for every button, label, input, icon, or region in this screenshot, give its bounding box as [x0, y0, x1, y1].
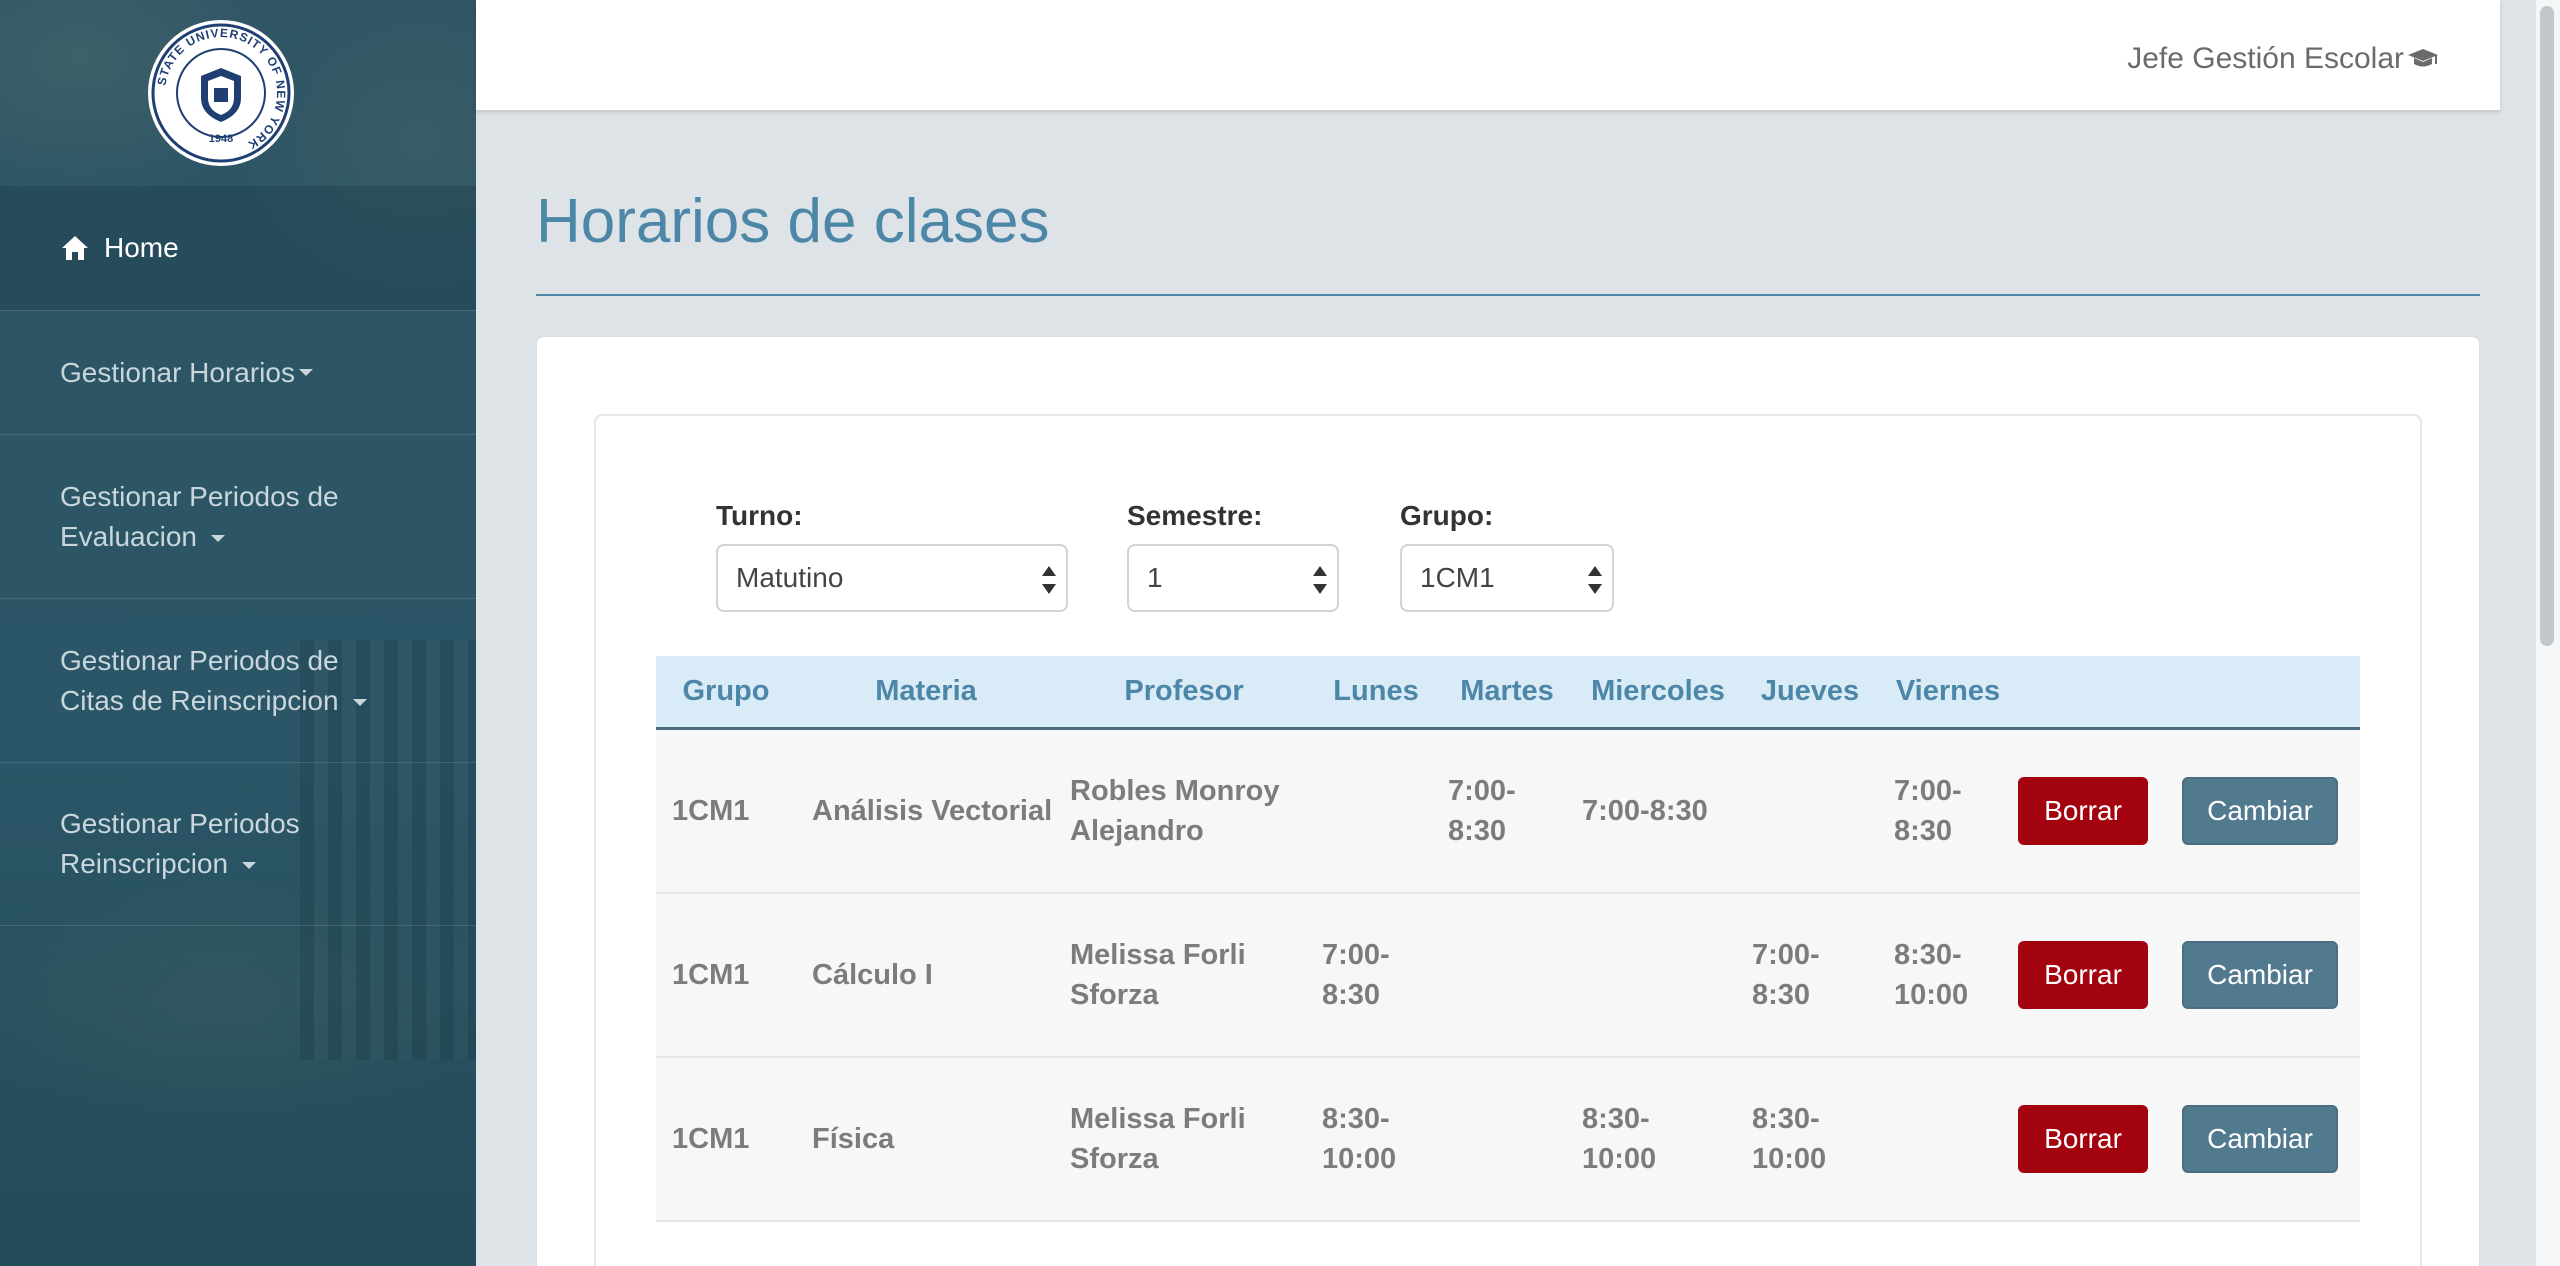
home-icon	[60, 233, 90, 263]
column-header-miercoles: Miercoles	[1591, 675, 1725, 707]
column-header-profesor: Profesor	[1124, 675, 1244, 707]
caret-down-icon	[298, 369, 313, 376]
cell-viernes: 7:00- 8:30	[1894, 775, 1962, 847]
cell-materia: Física	[812, 1123, 895, 1155]
column-header-viernes: Viernes	[1895, 675, 2001, 707]
sidebar-item-gestionar-horarios[interactable]: Gestionar Horarios	[0, 310, 476, 434]
semestre-filter: Semestre: 1	[1127, 500, 1339, 612]
cell-lunes: 8:30- 10:00	[1322, 1103, 1397, 1175]
sidebar-item-label: Gestionar Periodos de	[60, 480, 339, 512]
turno-label: Turno:	[716, 500, 803, 531]
column-header-materia: Materia	[875, 675, 977, 707]
semestre-select-value: 1	[1147, 562, 1163, 593]
svg-text:1948: 1948	[209, 133, 233, 145]
sidebar-item-home[interactable]: Home	[0, 186, 476, 310]
cell-miercoles: 7:00-8:30	[1582, 795, 1708, 827]
grupo-label: Grupo:	[1400, 500, 1494, 531]
sidebar-item-label-line2: Citas de Reinscripcion	[60, 684, 339, 716]
grupo-select[interactable]: 1CM1	[1400, 544, 1614, 612]
title-divider	[536, 294, 2480, 296]
change-button[interactable]: Cambiar	[2182, 941, 2338, 1009]
sidebar-item-periodos-evaluacion[interactable]: Gestionar Periodos de Evaluacion	[0, 434, 476, 598]
select-arrows-icon	[1313, 566, 1327, 594]
sidebar-item-label: Home	[104, 232, 179, 263]
grupo-select-value: 1CM1	[1420, 562, 1495, 593]
cell-profesor: Melissa Forli Sforza	[1070, 939, 1246, 1011]
cell-jueves: 7:00- 8:30	[1752, 939, 1820, 1011]
cell-materia: Cálculo I	[812, 959, 933, 991]
select-arrows-icon	[1042, 566, 1056, 594]
cell-actions: Borrar Cambiar	[2018, 1105, 2360, 1173]
sidebar: STATE UNIVERSITY OF NEW YORK 1948 Home G…	[0, 0, 476, 1266]
cell-jueves: 8:30- 10:00	[1752, 1103, 1827, 1175]
column-header-grupo: Grupo	[682, 675, 770, 707]
turno-select-value: Matutino	[736, 562, 844, 593]
user-role-label: Jefe Gestión Escolar	[2127, 42, 2404, 75]
user-menu[interactable]: Jefe Gestión Escolar	[2127, 42, 2440, 76]
sidebar-item-label: Gestionar Periodos de	[60, 644, 339, 676]
cell-actions: Borrar Cambiar	[2018, 777, 2360, 845]
cell-profesor: Robles Monroy Alejandro	[1070, 775, 1280, 847]
sidebar-item-periodos-reinscripcion[interactable]: Gestionar Periodos Reinscripcion	[0, 762, 476, 926]
cell-grupo: 1CM1	[672, 959, 750, 991]
semestre-select[interactable]: 1	[1127, 544, 1339, 612]
graduation-cap-icon	[2406, 46, 2440, 72]
university-seal-logo[interactable]: STATE UNIVERSITY OF NEW YORK 1948	[146, 18, 296, 168]
semestre-label: Semestre:	[1127, 500, 1263, 531]
column-header-lunes: Lunes	[1333, 675, 1419, 707]
table-row: 1CM1 Análisis Vectorial Robles Monroy Ale…	[656, 730, 2360, 894]
turno-select[interactable]: Matutino	[716, 544, 1068, 612]
sidebar-item-label: Gestionar Horarios	[60, 356, 295, 388]
caret-down-icon	[242, 862, 257, 870]
column-header-jueves: Jueves	[1760, 675, 1860, 707]
scrollbar-thumb[interactable]	[2540, 6, 2554, 646]
sidebar-item-periodos-citas-reinscripcion[interactable]: Gestionar Periodos de Citas de Reinscrip…	[0, 598, 476, 762]
cell-actions: Borrar Cambiar	[2018, 941, 2360, 1009]
cell-viernes: 8:30- 10:00	[1894, 939, 1969, 1011]
sidebar-nav: Home Gestionar Horarios Gestionar Period…	[0, 186, 476, 926]
select-arrows-icon	[1588, 566, 1602, 594]
caret-down-icon	[352, 698, 367, 706]
delete-button[interactable]: Borrar	[2018, 941, 2148, 1009]
column-header-martes: Martes	[1460, 675, 1554, 707]
delete-button[interactable]: Borrar	[2018, 777, 2148, 845]
table-row: 1CM1 Cálculo I Melissa Forli Sforza 7:00-…	[656, 894, 2360, 1058]
top-bar: Jefe Gestión Escolar	[476, 0, 2500, 110]
cell-grupo: 1CM1	[672, 1123, 750, 1155]
grupo-filter: Grupo: 1CM1	[1400, 500, 1614, 612]
table-header: Grupo Materia Profesor Lunes Martes Mier…	[656, 656, 2360, 730]
caret-down-icon	[210, 534, 225, 542]
turno-filter: Turno: Matutino	[716, 500, 1068, 612]
delete-button[interactable]: Borrar	[2018, 1105, 2148, 1173]
cell-lunes: 7:00- 8:30	[1322, 939, 1390, 1011]
page-title: Horarios de clases	[536, 187, 1050, 256]
cell-martes: 7:00- 8:30	[1448, 775, 1516, 847]
schedule-table: Grupo Materia Profesor Lunes Martes Mier…	[656, 656, 2360, 1222]
sidebar-item-label-line2: Reinscripcion	[60, 848, 229, 879]
table-row: 1CM1 Física Melissa Forli Sforza 8:30- 10:…	[656, 1058, 2360, 1222]
cell-profesor: Melissa Forli Sforza	[1070, 1103, 1246, 1175]
sidebar-item-label: Gestionar Periodos	[60, 808, 300, 839]
cell-materia: Análisis Vectorial	[812, 795, 1053, 827]
cell-miercoles: 8:30- 10:00	[1582, 1103, 1657, 1175]
change-button[interactable]: Cambiar	[2182, 1105, 2338, 1173]
cell-grupo: 1CM1	[672, 795, 750, 827]
change-button[interactable]: Cambiar	[2182, 777, 2338, 845]
sidebar-item-label-line2: Evaluacion	[60, 520, 197, 552]
